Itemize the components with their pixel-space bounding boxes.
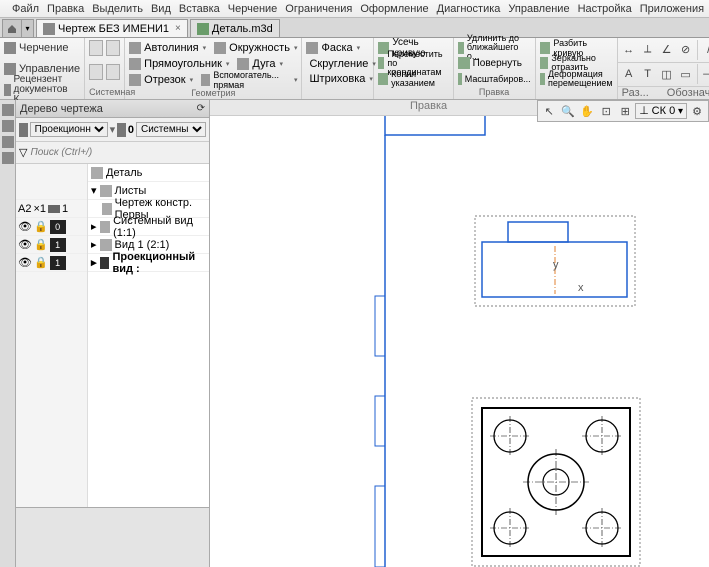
tree-left-col: A2×11 👁🔒0 👁🔒1 👁🔒1	[16, 164, 88, 507]
tree-panel: Дерево чертежа ⟳ Проекционный... ▾ 0 Сис…	[16, 100, 210, 567]
menu-constraints[interactable]: Ограничения	[285, 3, 352, 15]
ribbon: Черчение Управление Рецензент документов…	[0, 38, 709, 100]
tree-view0[interactable]: ▸Системный вид (1:1)	[88, 218, 209, 236]
tool-rotate[interactable]: Повернуть	[458, 56, 531, 71]
drawing-svg: x y	[210, 116, 709, 567]
tree-body: A2×11 👁🔒0 👁🔒1 👁🔒1 Деталь ▾Листы Чертеж к…	[16, 164, 209, 507]
tool-autoline[interactable]: Автолиния▾	[129, 40, 206, 56]
ribbon-edit3: Разбить кривую Зеркально отразить Деформ…	[536, 38, 618, 99]
tool-extend[interactable]: Удлинить до ближайшего о...	[458, 40, 531, 55]
tool-aux[interactable]: Вспомогатель... прямая▾	[201, 72, 297, 88]
tree-root[interactable]: Деталь	[88, 164, 209, 182]
geom-label: Геометрия	[129, 88, 297, 98]
c1-icon[interactable]: —	[700, 65, 709, 83]
ribbon-geom2: Фаска▾ Скругление▾ Штриховка▾	[302, 38, 374, 99]
dim4-icon[interactable]: ⊘	[677, 41, 695, 59]
edit-label: Правка	[458, 87, 531, 97]
open-icon[interactable]	[106, 40, 120, 56]
annS-icon[interactable]: ◫	[658, 65, 676, 83]
svg-text:y: y	[553, 259, 559, 271]
view-icon	[19, 123, 28, 137]
tab-drawing-label: Чертеж БЕЗ ИМЕНИ1	[58, 23, 169, 35]
main-area: Дерево чертежа ⟳ Проекционный... ▾ 0 Сис…	[0, 100, 709, 567]
tool-scale[interactable]: Масштабиров...	[458, 71, 531, 86]
dim2-icon[interactable]: ⟂	[639, 41, 657, 59]
search-row: ▽	[16, 142, 209, 164]
annB-icon[interactable]: ▭	[677, 65, 695, 83]
sb-filter-icon[interactable]	[2, 136, 14, 148]
annA-icon[interactable]: A	[620, 65, 638, 83]
panel-bottom	[16, 507, 209, 567]
annT-icon[interactable]: T	[639, 65, 657, 83]
menu-view[interactable]: Вид	[151, 3, 171, 15]
tree-right-col: Деталь ▾Листы Чертеж констр. Первы ▸Сист…	[88, 164, 209, 507]
menu-format[interactable]: Оформление	[360, 3, 428, 15]
tool-circle[interactable]: Окружность▾	[214, 40, 297, 56]
left-toolbar	[0, 100, 16, 567]
home-tab[interactable]	[2, 19, 22, 37]
dim-label: Раз...	[622, 87, 649, 99]
menu-bar: Файл Правка Выделить Вид Вставка Черчени…	[0, 0, 709, 18]
ribbon-edit2: Удлинить до ближайшего о... Повернуть Ма…	[454, 38, 536, 99]
dim3-icon[interactable]: ∠	[658, 41, 676, 59]
print-icon[interactable]	[106, 64, 120, 80]
menu-edit[interactable]: Правка	[47, 3, 84, 15]
ribbon-right: ↔⟂∠⊘ /△✓○ ⊥∥≡ AT◫▭ —⊙◧⊞ Раз...Обозначени…	[618, 38, 709, 99]
dim-icon[interactable]: ↔	[620, 41, 638, 59]
svg-text:x: x	[578, 282, 584, 294]
ann-label: Обозначения	[667, 87, 709, 99]
save-icon[interactable]	[89, 64, 103, 80]
layer-dropdown[interactable]: Системный слой	[136, 122, 206, 137]
drawing-canvas[interactable]: Правка ↖ 🔍 ✋ ⊡ ⊞ ⊥ СК 0 ▾ ⚙ x y	[210, 100, 709, 567]
menu-settings[interactable]: Настройка	[578, 3, 632, 15]
view-dropdown[interactable]: Проекционный...	[30, 122, 108, 137]
part-doc-icon	[197, 23, 209, 35]
close-icon[interactable]: ×	[175, 23, 181, 34]
drawing-doc-icon	[43, 23, 55, 35]
ribbon-left: Черчение Управление Рецензент документов…	[0, 38, 85, 99]
sb-fx-icon[interactable]	[2, 120, 14, 132]
tool-deform[interactable]: Деформация перемещением	[540, 71, 613, 86]
layer-num: 0	[128, 124, 134, 136]
mode-review[interactable]: Рецензент документов К...	[4, 82, 80, 97]
tab-drawing[interactable]: Чертеж БЕЗ ИМЕНИ1 ×	[36, 19, 188, 37]
tab-part-label: Деталь.m3d	[212, 23, 273, 35]
layer-icon	[117, 123, 126, 137]
tool-copy[interactable]: Копия указанием	[378, 71, 448, 86]
panel-title: Дерево чертежа ⟳	[16, 100, 209, 118]
sb-tree-icon[interactable]	[2, 104, 14, 116]
menu-drawing[interactable]: Черчение	[228, 3, 278, 15]
menu-select[interactable]: Выделить	[92, 3, 143, 15]
tool-hatch[interactable]: Штриховка▾	[306, 71, 369, 87]
ann1-icon[interactable]: /	[700, 41, 709, 59]
menu-diag[interactable]: Диагностика	[437, 3, 501, 15]
ribbon-edit1: Усечь кривую Переместить по координатам …	[374, 38, 453, 99]
view0-toggle[interactable]: 👁🔒0	[16, 218, 87, 236]
tool-segment[interactable]: Отрезок▾	[129, 72, 193, 88]
ribbon-geometry: Автолиния▾ Окружность▾ Прямоугольник▾ Ду…	[125, 38, 302, 99]
mode-drawing[interactable]: Черчение	[4, 40, 80, 55]
tool-fillet[interactable]: Скругление▾	[306, 56, 369, 72]
view1-toggle[interactable]: 👁🔒1	[16, 236, 87, 254]
menu-insert[interactable]: Вставка	[179, 3, 220, 15]
menu-manage[interactable]: Управление	[508, 3, 569, 15]
tab-part[interactable]: Деталь.m3d	[190, 19, 280, 37]
tool-chamfer[interactable]: Фаска▾	[306, 40, 369, 56]
sheet-props[interactable]: A2×11	[16, 200, 87, 218]
filter-icon[interactable]: ▽	[19, 146, 27, 159]
document-tabs: ▾ Чертеж БЕЗ ИМЕНИ1 × Деталь.m3d	[0, 18, 709, 38]
home-dropdown[interactable]: ▾	[22, 19, 34, 37]
pin-icon[interactable]: ⟳	[197, 103, 205, 114]
tree-view2[interactable]: ▸Проекционный вид :	[88, 254, 209, 272]
sb-props-icon[interactable]	[2, 152, 14, 164]
view-selector-row: Проекционный... ▾ 0 Системный слой	[16, 118, 209, 142]
menu-apps[interactable]: Приложения	[640, 3, 704, 15]
ribbon-sys: Системная	[85, 38, 125, 99]
sys-label: Системная	[89, 87, 120, 97]
new-icon[interactable]	[89, 40, 103, 56]
search-input[interactable]	[30, 147, 206, 158]
menu-file[interactable]: Файл	[12, 3, 39, 15]
view2-toggle[interactable]: 👁🔒1	[16, 254, 87, 272]
